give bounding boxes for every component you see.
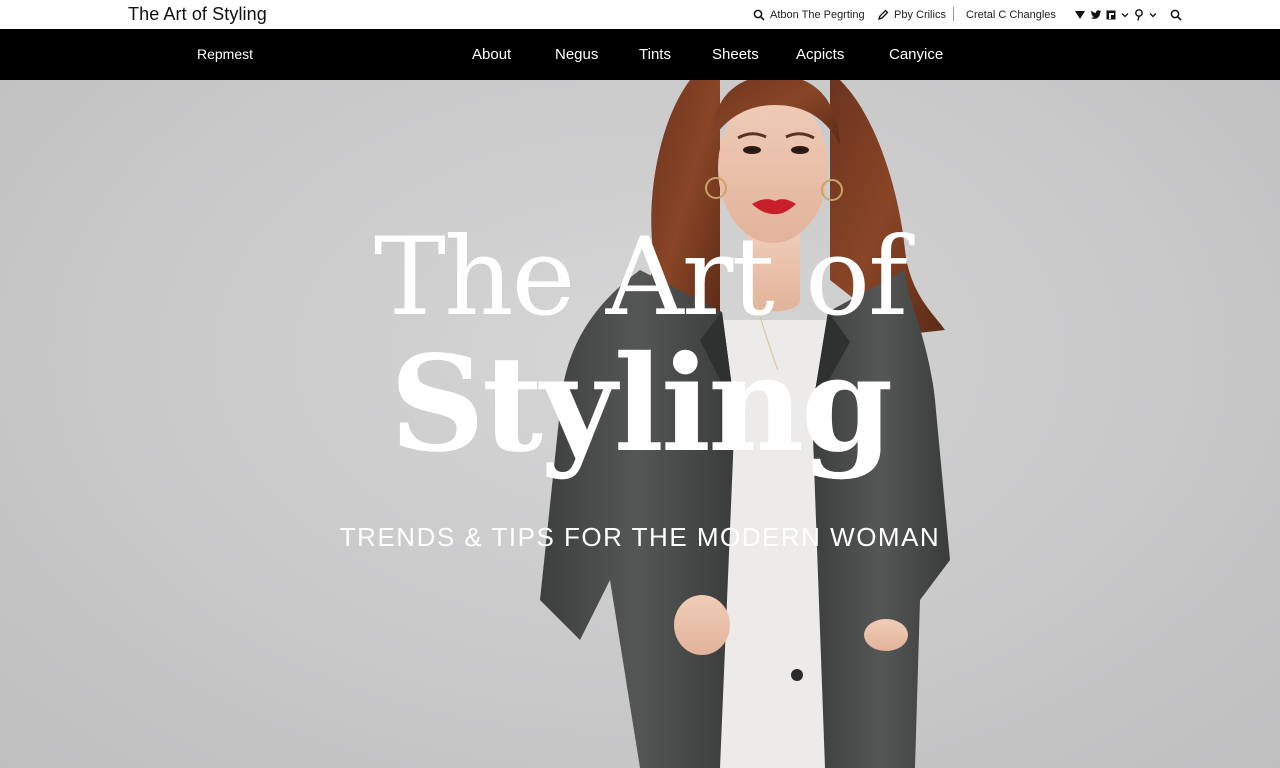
chevron-down-icon[interactable]: [1148, 8, 1158, 22]
main-nav: Repmest About Negus Tints Sheets Acpicts…: [0, 29, 1280, 80]
nav-item-about[interactable]: About: [472, 29, 511, 80]
pen-icon: [876, 8, 890, 22]
search-icon: [752, 8, 766, 22]
twitter-icon[interactable]: [1090, 8, 1102, 22]
nav-item-tints[interactable]: Tints: [639, 29, 671, 80]
search-icon[interactable]: [1170, 8, 1182, 22]
util-link-label: Cretal C Changles: [966, 8, 1056, 21]
util-link-label: Pby Crilics: [894, 8, 946, 21]
nav-item-sheets[interactable]: Sheets: [712, 29, 759, 80]
social-links: [1074, 0, 1182, 29]
site-title[interactable]: The Art of Styling: [128, 4, 267, 25]
top-utility-bar: The Art of Styling Atbon The Pegrting Pb…: [0, 0, 1280, 30]
util-link-about-page[interactable]: Atbon The Pegrting: [752, 0, 865, 29]
nav-item-canyice[interactable]: Canyice: [889, 29, 943, 80]
util-link-critics[interactable]: Pby Crilics: [876, 0, 946, 29]
nav-brand[interactable]: Repmest: [197, 29, 253, 80]
hero-tagline: TRENDS & TIPS FOR THE MODERN WOMAN: [339, 522, 941, 552]
pinterest-icon[interactable]: [1134, 8, 1144, 22]
util-link-label: Atbon The Pegrting: [770, 8, 865, 21]
util-divider: [953, 7, 954, 21]
hero-banner: The Art of Styling TRENDS & TIPS FOR THE…: [0, 80, 1280, 768]
util-link-changes[interactable]: Cretal C Changles: [966, 0, 1056, 29]
nav-item-negus[interactable]: Negus: [555, 29, 598, 80]
hero-headline-line1: The Art of: [373, 215, 908, 340]
hero-headline-line2: Styling: [389, 327, 894, 482]
chevron-down-icon[interactable]: [1120, 8, 1130, 22]
flipboard-icon[interactable]: [1106, 8, 1116, 22]
instagram-icon[interactable]: [1074, 8, 1086, 22]
nav-item-acpicts[interactable]: Acpicts: [796, 29, 844, 80]
